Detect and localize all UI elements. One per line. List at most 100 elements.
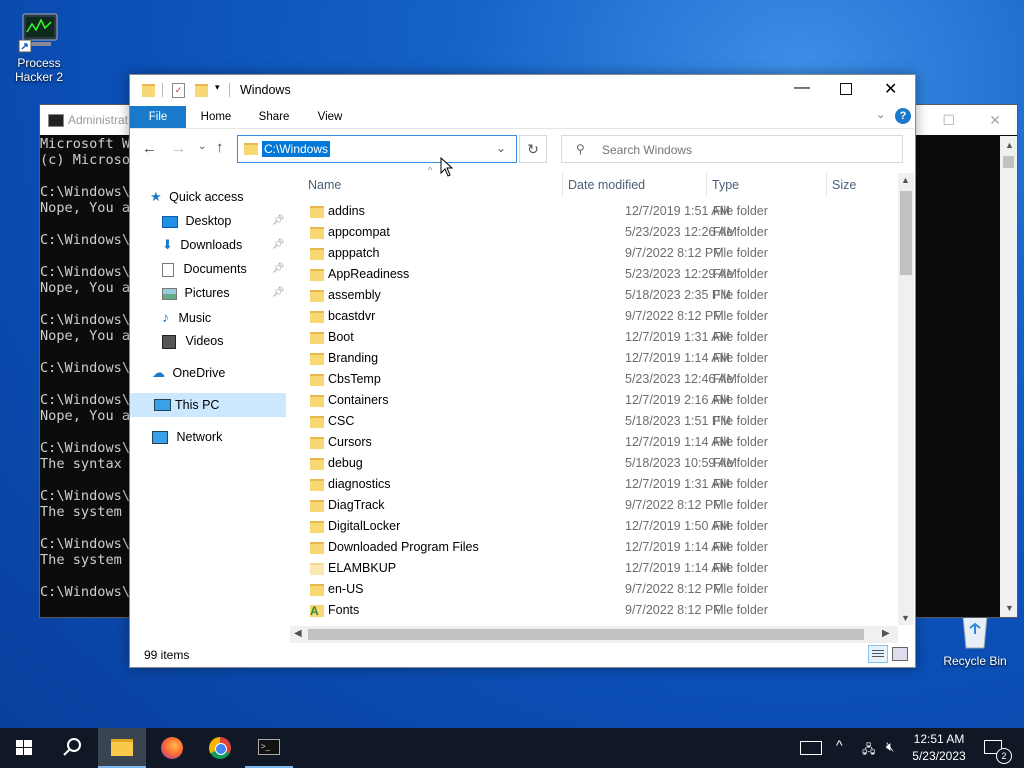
nav-label: Downloads: [180, 238, 243, 252]
folder-icon: [310, 353, 324, 365]
file-row[interactable]: debug 5/18/2023 10:59 AM File folder: [290, 453, 899, 474]
scroll-down-icon[interactable]: ▼: [901, 613, 910, 623]
pin-icon[interactable]: 📌︎: [272, 281, 285, 305]
cmd-scrollbar[interactable]: ▲ ▼: [1000, 136, 1017, 617]
touch-keyboard-icon[interactable]: [798, 728, 824, 768]
file-explorer-window[interactable]: ✓ ▾ Windows — ✕ File Home Share View ⌄ ?…: [129, 74, 916, 668]
file-row[interactable]: AppReadiness 5/23/2023 12:29 AM File folde…: [290, 264, 899, 285]
scroll-up-icon[interactable]: ▲: [901, 175, 910, 185]
nav-videos[interactable]: Videos: [162, 329, 223, 353]
taskbar-chrome[interactable]: [196, 728, 244, 768]
pin-icon[interactable]: 📌︎: [272, 257, 285, 281]
file-row[interactable]: Cursors 12/7/2019 1:14 AM File folder: [290, 432, 899, 453]
minimize-icon[interactable]: —: [794, 79, 810, 97]
file-row[interactable]: Downloaded Program Files 12/7/2019 1:14 A…: [290, 537, 899, 558]
refresh-button[interactable]: ↻: [519, 135, 547, 163]
taskbar-file-explorer[interactable]: [98, 728, 146, 768]
file-row[interactable]: CSC 5/18/2023 1:51 PM File folder: [290, 411, 899, 432]
taskbar-command-prompt[interactable]: >_: [245, 728, 293, 768]
nav-pictures[interactable]: Pictures 📌︎: [162, 281, 286, 305]
vertical-scrollbar[interactable]: ▲ ▼: [898, 173, 914, 625]
file-name: CbsTemp: [328, 372, 381, 386]
volume-muted-icon[interactable]: 🔇︎: [886, 739, 894, 768]
file-row[interactable]: en-US 9/7/2022 8:12 PM File folder: [290, 579, 899, 600]
file-row[interactable]: CbsTemp 5/23/2023 12:46 AM File folder: [290, 369, 899, 390]
action-center-button[interactable]: 2: [978, 728, 1018, 768]
details-view-icon[interactable]: [868, 645, 888, 663]
back-button[interactable]: ←: [142, 140, 157, 157]
file-row[interactable]: bcastdvr 9/7/2022 8:12 PM File folder: [290, 306, 899, 327]
horizontal-scroll-thumb[interactable]: [308, 629, 864, 640]
file-name: addins: [328, 204, 365, 218]
recent-locations-icon[interactable]: ⌄: [198, 141, 206, 152]
explorer-title-bar[interactable]: ✓ ▾ Windows — ✕: [130, 75, 915, 105]
nav-music[interactable]: ♪ Music: [162, 305, 211, 329]
file-type: File folder: [713, 582, 768, 596]
nav-onedrive[interactable]: ☁ OneDrive: [152, 361, 225, 385]
maximize-icon[interactable]: ☐: [942, 112, 955, 129]
file-row[interactable]: Branding 12/7/2019 1:14 AM File folder: [290, 348, 899, 369]
help-icon[interactable]: ?: [895, 108, 911, 124]
navigation-pane[interactable]: ★ Quick access Desktop 📌︎ ⬇ Downloads 📌︎…: [130, 173, 286, 641]
file-row[interactable]: A Fonts 9/7/2022 8:12 PM File folder: [290, 600, 899, 621]
file-row[interactable]: assembly 5/18/2023 2:35 PM File folder: [290, 285, 899, 306]
close-icon[interactable]: ✕: [884, 79, 897, 99]
search-button[interactable]: [48, 728, 96, 768]
pin-icon[interactable]: 📌︎: [272, 233, 285, 257]
file-row[interactable]: ELAMBKUP 12/7/2019 1:14 AM File folder: [290, 558, 899, 579]
pin-icon[interactable]: 📌︎: [272, 209, 285, 233]
search-input[interactable]: [600, 140, 894, 160]
cmd-console-output[interactable]: Microsoft W (c) Microso C:\Windows\s Nope, …: [40, 136, 135, 617]
nav-this-pc[interactable]: This PC: [130, 393, 286, 417]
file-type: File folder: [713, 225, 768, 239]
scroll-thumb[interactable]: [900, 191, 912, 275]
nav-desktop[interactable]: Desktop 📌︎: [162, 209, 286, 233]
file-name: ELAMBKUP: [328, 561, 397, 575]
scroll-right-icon[interactable]: ▶: [882, 628, 890, 639]
forward-button[interactable]: →: [171, 140, 186, 157]
console-line: C:\Windows\s: [40, 536, 135, 552]
folder-icon: [310, 521, 324, 533]
scroll-left-icon[interactable]: ◀: [294, 628, 302, 639]
file-row[interactable]: appcompat 5/23/2023 12:26 AM File folder: [290, 222, 899, 243]
nav-documents[interactable]: Documents 📌︎: [162, 257, 286, 281]
taskbar-firefox[interactable]: [148, 728, 196, 768]
file-row[interactable]: apppatch 9/7/2022 8:12 PM File folder: [290, 243, 899, 264]
tab-file[interactable]: File: [130, 106, 186, 128]
nav-downloads[interactable]: ⬇ Downloads 📌︎: [162, 233, 286, 257]
close-icon[interactable]: ✕: [989, 112, 1001, 129]
file-row[interactable]: DiagTrack 9/7/2022 8:12 PM File folder: [290, 495, 899, 516]
address-bar[interactable]: C:\Windows ⌄: [237, 135, 517, 163]
tab-share[interactable]: Share: [250, 106, 298, 128]
nav-quick-access[interactable]: ★ Quick access: [150, 185, 243, 209]
large-icons-view-icon[interactable]: [892, 647, 908, 661]
address-text[interactable]: C:\Windows: [262, 141, 331, 157]
expand-ribbon-icon[interactable]: ⌄: [876, 108, 885, 121]
desktop-icon-process-hacker[interactable]: Process Hacker 2: [4, 10, 74, 84]
file-row[interactable]: DigitalLocker 12/7/2019 1:50 AM File folde…: [290, 516, 899, 537]
up-button[interactable]: ↑: [216, 139, 224, 156]
show-hidden-icons-chevron[interactable]: ^: [836, 737, 843, 768]
horizontal-scrollbar[interactable]: ◀ ▶: [290, 626, 898, 643]
new-folder-icon[interactable]: [195, 84, 208, 97]
file-row[interactable]: diagnostics 12/7/2019 1:31 AM File folder: [290, 474, 899, 495]
file-list[interactable]: addins 12/7/2019 1:51 AM File folder appcom…: [290, 173, 915, 641]
file-name: Boot: [328, 330, 354, 344]
file-row[interactable]: Containers 12/7/2019 2:16 AM File folder: [290, 390, 899, 411]
file-row[interactable]: Boot 12/7/2019 1:31 AM File folder: [290, 327, 899, 348]
network-status-icon[interactable]: 🖧︎: [862, 740, 875, 768]
clock[interactable]: 12:51 AM 5/23/2023: [908, 728, 970, 768]
console-line: C:\Windows\s: [40, 584, 135, 600]
tab-home[interactable]: Home: [192, 106, 240, 128]
address-dropdown-icon[interactable]: ⌄: [496, 141, 506, 155]
cloud-icon: ☁: [152, 365, 165, 380]
file-row[interactable]: addins 12/7/2019 1:51 AM File folder: [290, 201, 899, 222]
tab-view[interactable]: View: [306, 106, 354, 128]
maximize-icon[interactable]: [840, 83, 852, 95]
properties-icon[interactable]: ✓: [172, 83, 185, 98]
start-button[interactable]: [0, 728, 48, 768]
toolbar-dropdown-icon[interactable]: ▾: [215, 82, 220, 93]
search-box[interactable]: ⚲: [561, 135, 903, 163]
nav-network[interactable]: Network: [152, 425, 222, 449]
